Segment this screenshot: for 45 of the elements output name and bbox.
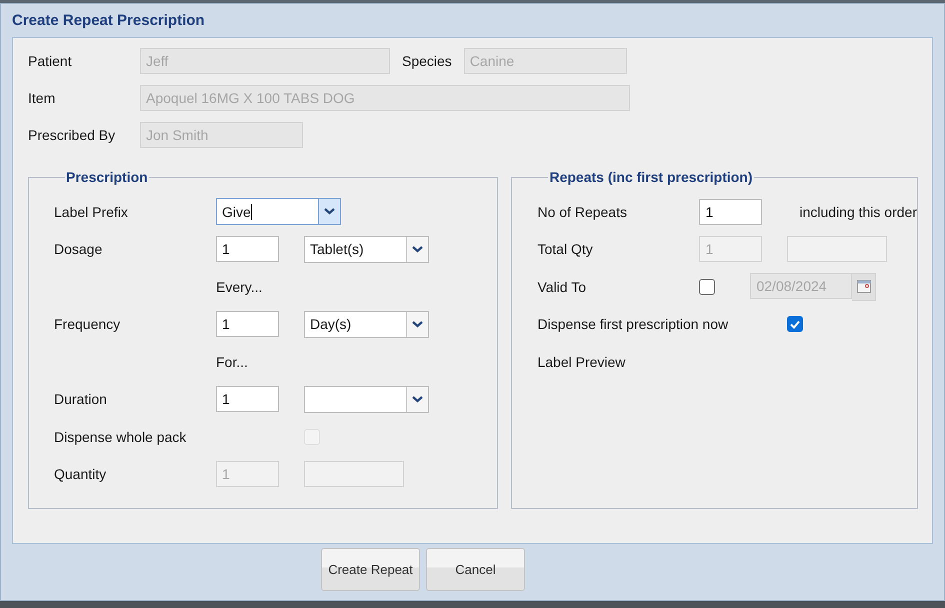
- field-label: Species: [402, 53, 452, 69]
- input-field[interactable]: 1: [216, 311, 279, 338]
- checkbox[interactable]: [787, 316, 804, 332]
- field-label: Dispense first prescription now: [537, 316, 728, 332]
- field-label: Total Qty: [537, 241, 593, 258]
- caret-icon: [412, 396, 423, 403]
- group-title: Prescription: [65, 169, 149, 185]
- input-field[interactable]: [787, 236, 888, 262]
- dropdown-field[interactable]: Tablet(s): [304, 236, 429, 263]
- dropdown-button[interactable]: [406, 236, 428, 262]
- input-field[interactable]: 1: [699, 198, 762, 225]
- check-icon: [790, 320, 800, 329]
- field-label: No of Repeats: [537, 204, 627, 220]
- caret-icon: [412, 246, 423, 253]
- dropdown-button[interactable]: [406, 386, 428, 412]
- field-label: Dispense whole pack: [54, 428, 186, 445]
- field-label: Label Prefix: [54, 204, 128, 220]
- calendar-button[interactable]: [852, 272, 876, 301]
- field-label: Label Preview: [537, 354, 626, 370]
- field-label: Valid To: [537, 278, 586, 295]
- dropdown-field[interactable]: Day(s): [304, 310, 429, 338]
- dialog-title: Create Repeat Prescription: [11, 11, 206, 31]
- dropdown-button[interactable]: [318, 199, 340, 224]
- input-field[interactable]: 1: [216, 236, 279, 262]
- calendar-icon: [856, 280, 871, 294]
- caret-icon: [324, 208, 335, 216]
- input-field[interactable]: [304, 461, 404, 488]
- dropdown-field[interactable]: Give: [216, 198, 341, 226]
- dropdown-button[interactable]: [406, 312, 428, 337]
- field-label: Patient: [28, 53, 73, 69]
- field-label: Item: [28, 90, 56, 106]
- field-label: Quantity: [54, 466, 106, 482]
- field-label: Duration: [54, 391, 107, 408]
- field-label: Frequency: [54, 316, 120, 332]
- caret-icon: [412, 320, 423, 328]
- field-label: Dosage: [54, 241, 102, 258]
- hint-text: including this order: [799, 204, 917, 220]
- input-field[interactable]: 1: [216, 386, 279, 412]
- dialog-button[interactable]: Create Repeat: [321, 548, 420, 591]
- hint-text: Every...: [216, 278, 262, 295]
- dialog-button[interactable]: Cancel: [426, 548, 525, 591]
- field-label: Prescribed By: [28, 127, 116, 143]
- group-title: Repeats (inc first prescription): [548, 169, 754, 185]
- hint-text: For...: [216, 354, 248, 370]
- dropdown-field[interactable]: [304, 386, 429, 413]
